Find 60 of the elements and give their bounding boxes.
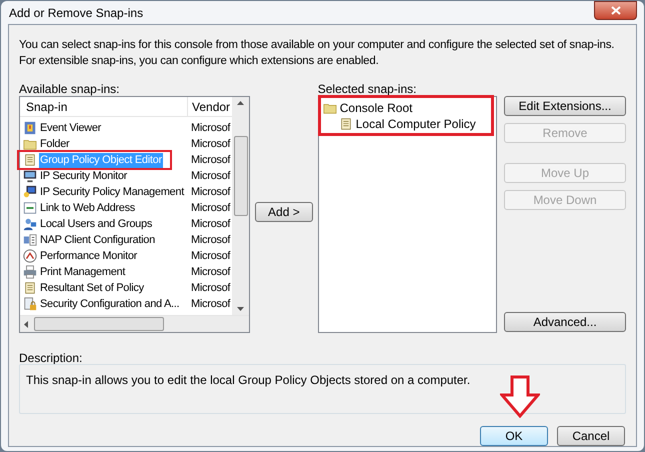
gauge-icon <box>23 249 37 263</box>
vendor-cell-text: Microsof <box>190 232 230 248</box>
available-label: Available snap-ins: <box>19 81 121 95</box>
down-arrow-icon <box>500 375 540 418</box>
vendor-cell-text: Microsof <box>190 152 230 168</box>
document-icon <box>338 117 353 131</box>
snapin-name[interactable]: IP Security Policy Management <box>39 184 185 200</box>
dialog-button[interactable]: Cancel <box>557 426 625 446</box>
dialog-button[interactable]: OK <box>480 426 548 446</box>
snapin-name[interactable]: Performance Monitor <box>39 248 138 264</box>
horizontal-scrollbar[interactable] <box>20 315 250 332</box>
monitor-icon <box>23 169 37 183</box>
snapin-name[interactable]: Resultant Set of Policy <box>39 280 145 296</box>
tree-item[interactable]: Console Root <box>340 99 412 117</box>
vendor-cell-text: Microsof <box>190 168 230 184</box>
folder-icon <box>23 137 37 151</box>
document-icon <box>23 281 37 295</box>
advanced-button[interactable]: Advanced... <box>504 312 626 332</box>
snapin-name[interactable]: Local Users and Groups <box>39 216 154 232</box>
scroll-left-icon[interactable] <box>24 320 28 328</box>
snapin-name[interactable]: Print Management <box>39 264 126 280</box>
snapin-name[interactable]: NAP Client Configuration <box>39 232 156 248</box>
side-button[interactable]: Edit Extensions... <box>504 96 626 116</box>
log-icon <box>23 121 37 135</box>
snapin-name[interactable]: Security Configuration and A... <box>39 296 180 312</box>
scroll-up-icon[interactable] <box>237 101 244 105</box>
vendor-cell-text: Microsof <box>190 296 230 312</box>
vendor-cell-text: Microsof <box>190 264 230 280</box>
close-button[interactable] <box>594 0 637 20</box>
vendor-cell-text: Microsof <box>190 216 230 232</box>
close-icon <box>610 6 620 14</box>
vendor-cell-text: Microsof <box>190 120 230 136</box>
column-header[interactable]: Vendor <box>188 97 232 116</box>
vendor-cell-text: Microsof <box>190 280 230 296</box>
vendor-cell-text: Microsof <box>190 136 230 152</box>
description-text: This snap-in allows you to edit the local Group Policy Objects stored on a computer. <box>26 373 470 387</box>
lock-document-icon <box>23 297 37 311</box>
tree-item[interactable]: Local Computer Policy <box>356 115 476 133</box>
intro-text: You can select snap-ins for this console from those available on your computer and configure the selected set of snap-ins. For extensible snap-ins, you can configure which extensions are enabled. <box>19 38 616 69</box>
vendor-cell-text: Microsof <box>190 184 230 200</box>
vendor-cell-text: Microsof <box>190 200 230 216</box>
description-label: Description: <box>19 350 84 364</box>
snapin-name[interactable]: Link to Web Address <box>39 200 136 216</box>
window-title: Add or Remove Snap-ins <box>8 4 144 22</box>
snapin-name[interactable]: Folder <box>39 136 70 152</box>
users-icon <box>23 217 37 231</box>
column-header[interactable]: Snap-in <box>20 97 188 116</box>
snapin-name[interactable]: IP Security Monitor <box>39 168 128 184</box>
selected-label: Selected snap-ins: <box>318 81 418 95</box>
snapin-name[interactable]: Event Viewer <box>39 120 102 136</box>
computer-list-icon <box>23 233 37 247</box>
add-button[interactable]: Add > <box>254 202 313 222</box>
key-monitor-icon <box>23 185 37 199</box>
vertical-scrollbar[interactable] <box>232 97 250 315</box>
printer-icon <box>23 265 37 279</box>
scroll-down-icon[interactable] <box>237 307 244 311</box>
vendor-cell-text: Microsof <box>190 248 230 264</box>
folder-icon <box>322 101 337 115</box>
web-link-icon <box>23 201 37 215</box>
document-icon <box>23 153 37 167</box>
